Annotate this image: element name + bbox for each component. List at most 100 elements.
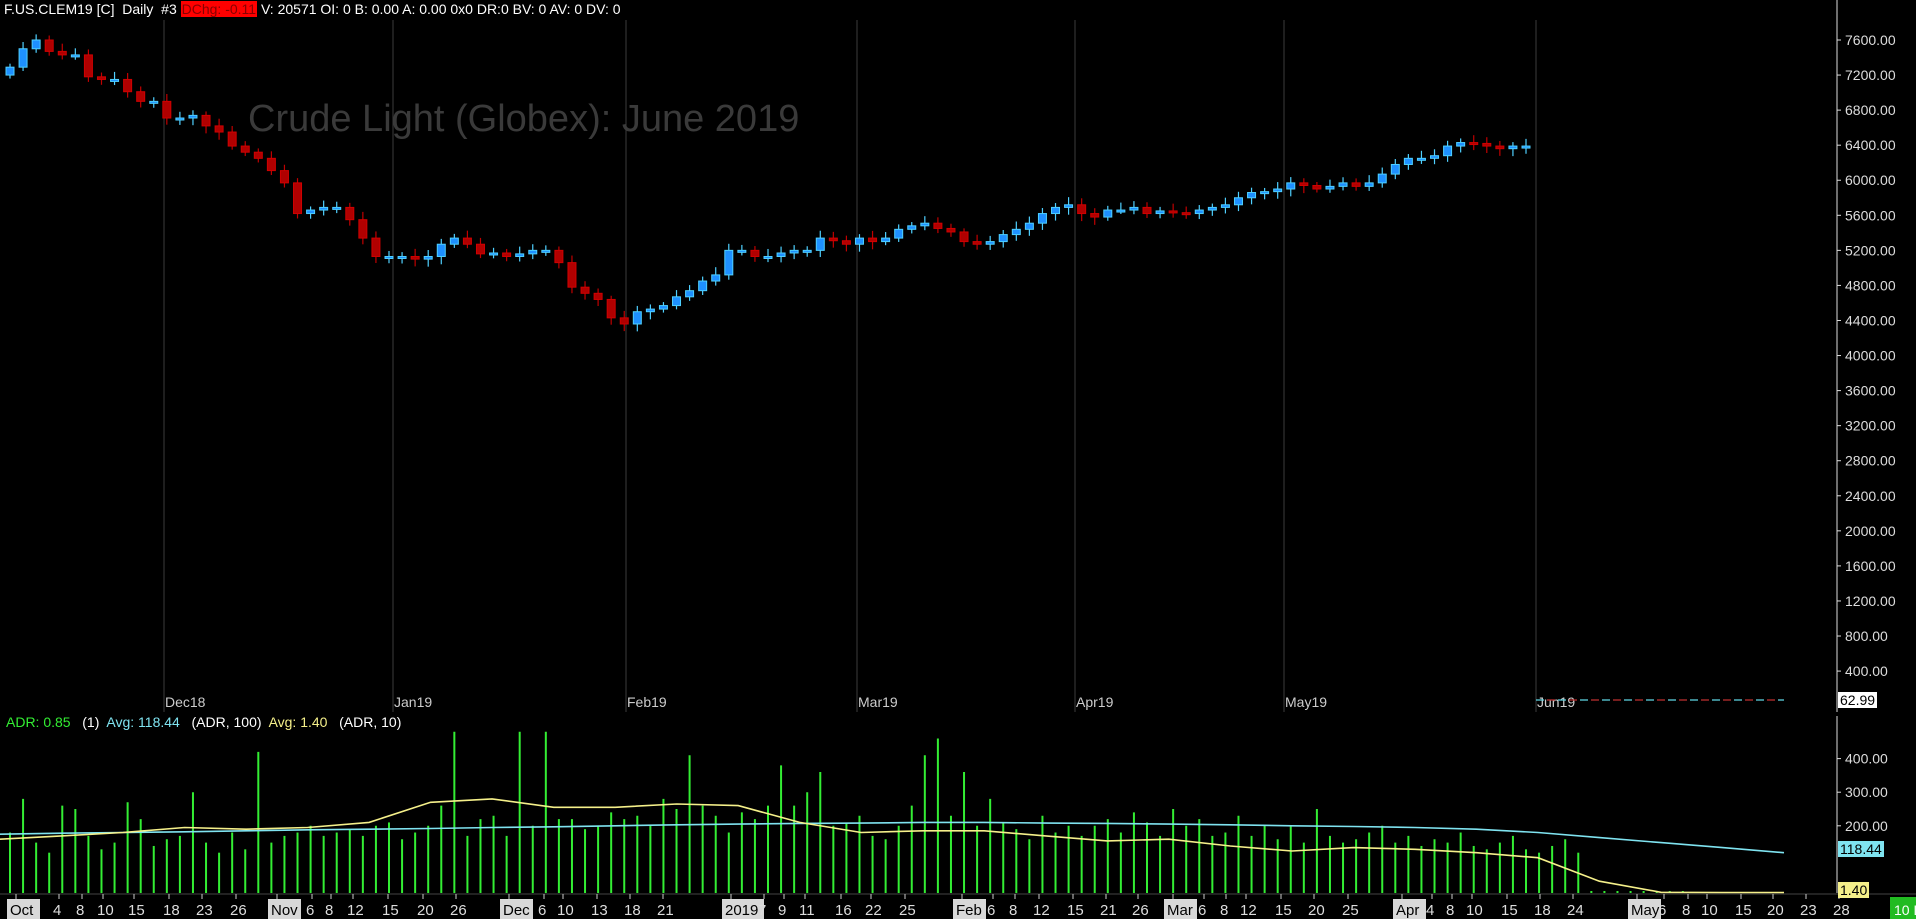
time-axis-label: Mar [1167,902,1193,919]
chart-number: #3 [161,1,177,17]
time-axis-label: 10 [97,902,114,919]
candle-body [1024,222,1034,230]
candle [1155,206,1165,219]
candle [554,246,564,269]
candle-body [685,290,695,298]
candle-body [462,237,472,245]
time-axis-label: 15 [128,902,145,919]
candle-body [1299,182,1309,186]
candle [1273,182,1283,199]
candle [18,42,28,71]
candle-body [1207,206,1217,211]
candle-body [1011,228,1021,236]
candle [136,86,146,108]
candle-body [985,241,995,245]
price-chart[interactable]: Crude Light (Globex): June 2019Dec18 Jan1… [0,0,1916,919]
time-axis-label: 6 [987,902,995,919]
candle [763,248,773,263]
candle-body [1260,191,1270,195]
candle [959,228,969,247]
candle-body [1168,210,1178,214]
candle-body [645,308,655,313]
candle-body [1338,182,1348,187]
candle [737,244,747,256]
candle [1521,138,1531,154]
candle-body [1377,173,1387,184]
time-axis-label: 26 [1132,902,1149,919]
time-axis-label: 9 [778,902,786,919]
candle-body [1220,204,1230,208]
contract-label: Dec18 [165,694,206,710]
avg10-line [0,798,1784,894]
contract-label: Apr19 [1076,694,1114,710]
candle [750,246,760,262]
candle-body [750,249,760,257]
candle [802,246,812,257]
candle [293,178,303,219]
candle-body [1051,206,1061,215]
candle-body [515,253,525,257]
daily-change-badge: DChg: -0.11 [180,1,258,17]
candle-body [423,255,433,260]
candle [1168,203,1178,218]
time-axis-label: 15 [1501,902,1518,919]
time-axis-label: 23 [1800,902,1817,919]
candle-body [737,249,747,253]
candle [1351,178,1361,191]
candle-body [841,240,851,245]
candle-body [1456,142,1466,147]
candle-body [567,262,577,288]
candle-body [1142,206,1152,215]
candle-body [1090,213,1100,218]
candle [5,63,15,79]
candle [188,110,198,126]
time-axis-label: May [1631,902,1660,919]
time-axis-label: 18 [624,902,641,919]
candle [828,231,838,248]
time-axis-label: 15 [382,902,399,919]
candle [1469,135,1479,151]
candle-body [1037,213,1047,224]
interval-label: Daily [122,1,154,17]
candle [1116,202,1126,214]
candle-body [828,237,838,242]
candle [619,310,629,332]
time-axis-label: 13 [591,902,608,919]
candle-body [1116,209,1126,213]
candle-body [946,227,956,233]
candle [1508,142,1518,157]
price-axis-label: 2000.00 [1845,523,1896,539]
candle [44,35,54,56]
candle-body [998,234,1008,243]
candle-body [1521,145,1531,149]
time-axis-label: 12 [347,902,364,919]
candle [1247,187,1257,205]
candle-body [724,249,734,276]
candle-body [972,241,982,245]
candle [711,267,721,286]
candle-body [1233,197,1243,206]
contract-label: Mar19 [858,694,898,710]
time-axis-label: 20 [1767,902,1784,919]
indicator-axis-label: 200.00 [1845,818,1888,834]
time-axis-label: 22 [865,902,882,919]
indicator-legend: ADR: 0.85 (1) Avg: 118.44 (ADR, 100) Avg… [6,714,401,730]
candle-body [776,252,786,257]
time-axis-label: 20 [417,902,434,919]
price-axis-label: 6000.00 [1845,172,1896,188]
candle-body [371,237,381,257]
time-axis-label: Feb [956,902,982,919]
candle [1207,203,1217,216]
time-axis-label: 7 [758,902,766,919]
candle-body [44,39,54,52]
contract-label: Jan19 [394,694,432,710]
time-axis-label: Oct [10,902,34,919]
candle-body [815,237,825,251]
price-axis-label: 2400.00 [1845,488,1896,504]
candle-body [345,206,355,221]
candle-body [175,117,185,121]
time-axis-label: 12 [1033,902,1050,919]
candle [567,255,577,294]
candle-body [632,311,642,325]
candle [645,304,655,320]
